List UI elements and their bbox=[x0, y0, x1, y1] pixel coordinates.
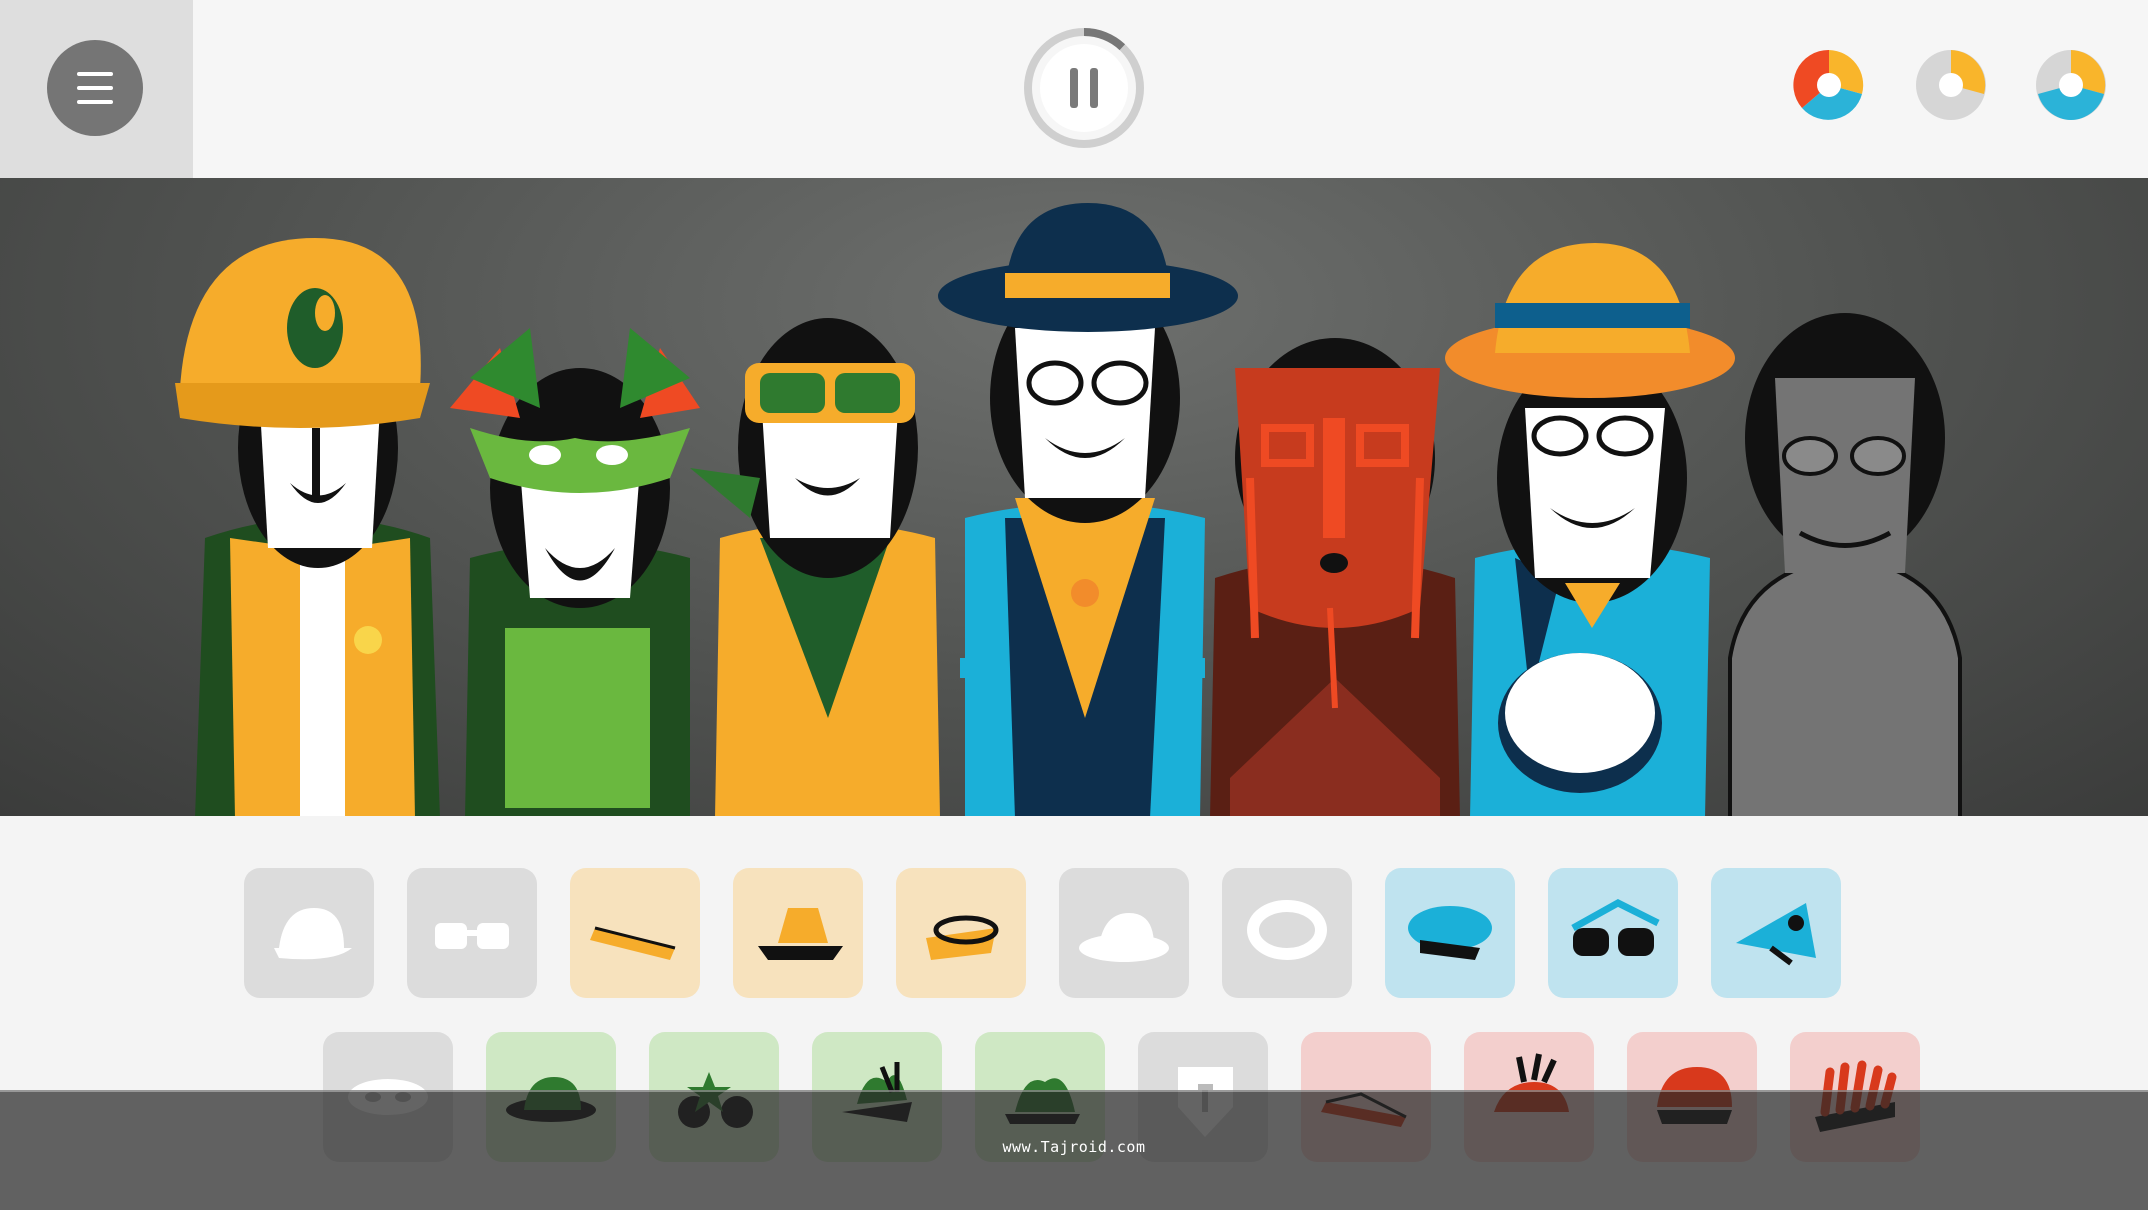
bonus-pie-icon bbox=[2036, 50, 2106, 120]
watermark-text: www.Tajroid.com bbox=[1002, 1138, 1146, 1156]
menu-button[interactable] bbox=[47, 40, 143, 136]
bonus-pie-icon bbox=[1793, 49, 1864, 120]
ring-icon bbox=[1247, 900, 1327, 960]
pause-button[interactable] bbox=[1020, 24, 1148, 152]
beret-icon bbox=[1408, 906, 1492, 960]
fedora-icon bbox=[1079, 913, 1169, 962]
performer-3[interactable] bbox=[690, 318, 940, 816]
bird-hat-icon bbox=[1736, 903, 1816, 966]
sound-button-fedora[interactable] bbox=[1059, 868, 1189, 998]
glasses-icon bbox=[435, 923, 509, 949]
performer-5[interactable] bbox=[1210, 338, 1460, 816]
performer-6[interactable] bbox=[1445, 243, 1735, 816]
bonus-pie-icon bbox=[1916, 50, 1986, 120]
sound-button-ring[interactable] bbox=[1222, 868, 1352, 998]
sound-button-bucket-hat[interactable] bbox=[733, 868, 863, 998]
performer-1[interactable] bbox=[175, 238, 440, 816]
hamburger-menu-icon bbox=[77, 72, 113, 104]
sound-button-sunglasses[interactable] bbox=[1548, 868, 1678, 998]
menu-panel bbox=[0, 0, 193, 178]
sound-button-bird-hat[interactable] bbox=[1711, 868, 1841, 998]
bonus-indicator-3[interactable] bbox=[2034, 48, 2108, 122]
sound-button-glasses[interactable] bbox=[407, 868, 537, 998]
top-bar bbox=[0, 0, 2148, 178]
sound-button-cap[interactable] bbox=[244, 868, 374, 998]
visor-icon bbox=[926, 915, 999, 960]
sunglasses-icon bbox=[1571, 899, 1660, 956]
performer-stage bbox=[0, 178, 2148, 816]
cap-icon bbox=[274, 908, 352, 960]
performer-4[interactable] bbox=[938, 203, 1238, 816]
headband-icon bbox=[590, 926, 676, 960]
bonus-indicator-1[interactable] bbox=[1792, 48, 1866, 122]
sound-button-visor[interactable] bbox=[896, 868, 1026, 998]
bonus-indicator-2[interactable] bbox=[1914, 48, 1988, 122]
performer-2[interactable] bbox=[450, 328, 700, 816]
sound-button-headband[interactable] bbox=[570, 868, 700, 998]
sound-button-beret[interactable] bbox=[1385, 868, 1515, 998]
bucket-hat-icon bbox=[758, 908, 843, 960]
performer-7[interactable] bbox=[1728, 313, 1962, 816]
